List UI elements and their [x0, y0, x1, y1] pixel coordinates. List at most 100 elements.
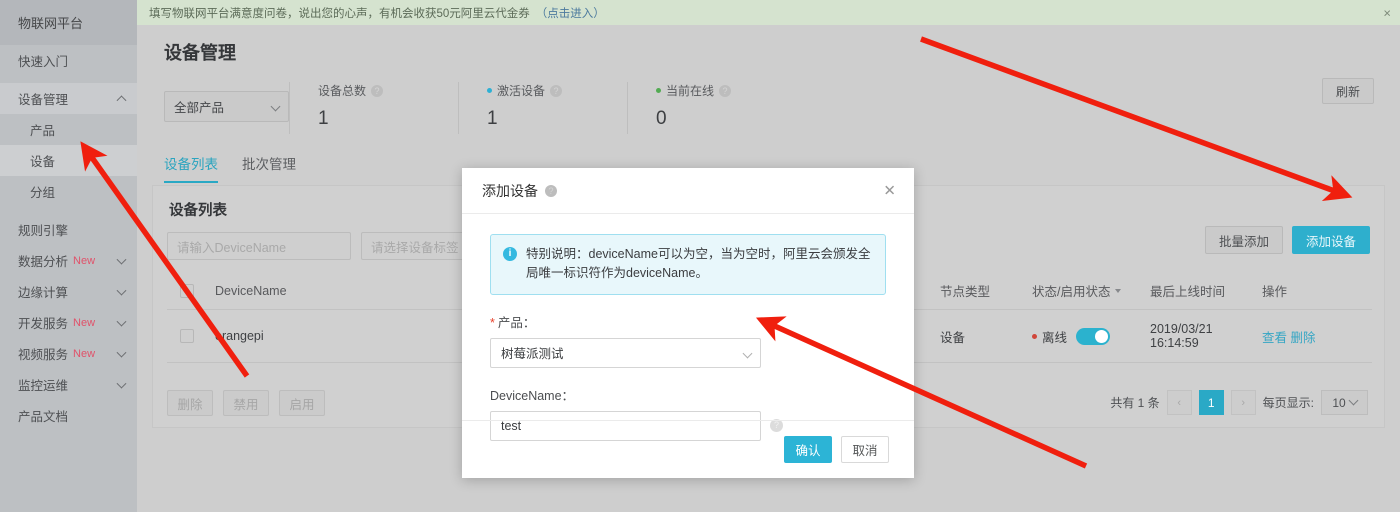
- product-select[interactable]: 树莓派测试: [490, 337, 761, 368]
- sidebar-item-badge: New: [73, 254, 96, 267]
- sidebar-brand: 物联网平台: [0, 0, 137, 45]
- col-node-type: 节点类型: [940, 285, 991, 299]
- devicename-search-placeholder: 请输入DeviceName: [177, 240, 287, 255]
- sidebar-item-label: 视频服务: [18, 348, 69, 362]
- add-device-button[interactable]: 添加设备: [1291, 226, 1370, 254]
- bulk-button-1[interactable]: 禁用: [223, 390, 269, 416]
- status-dot-icon: [487, 88, 492, 93]
- cell-operation: 查看 删除: [1262, 327, 1372, 346]
- confirm-button[interactable]: 确认: [784, 436, 832, 463]
- page-number-1[interactable]: 1: [1198, 390, 1224, 415]
- stat-label-row: 激活设备?: [487, 82, 627, 99]
- chevron-up-icon: [116, 94, 127, 105]
- stat-label-row: 当前在线?: [656, 82, 796, 99]
- chevron-down-icon: [270, 101, 281, 112]
- info-icon: i: [503, 247, 517, 261]
- stat-value: 1: [487, 108, 498, 129]
- status-badge: 离线: [1042, 330, 1068, 345]
- sidebar-item-label: 规则引擎: [18, 224, 69, 238]
- help-icon[interactable]: ?: [545, 184, 557, 197]
- close-icon[interactable]: ✕: [883, 183, 896, 198]
- sidebar-item-10[interactable]: 监控运维: [0, 369, 137, 400]
- help-icon[interactable]: ?: [719, 84, 732, 97]
- product-filter-select[interactable]: 全部产品: [164, 91, 289, 122]
- sidebar-item-label: 监控运维: [18, 379, 69, 393]
- bulk-action-bar: 删除 禁用 启用: [167, 390, 325, 416]
- cell-devicename: orangepi: [215, 329, 264, 343]
- chevron-down-icon: [116, 378, 127, 389]
- col-status-label: 状态/启用状态: [1032, 285, 1111, 299]
- sidebar-item-0[interactable]: 快速入门: [0, 45, 137, 76]
- sidebar-item-3[interactable]: 设备: [0, 145, 137, 176]
- filters: 请输入DeviceName 请选择设备标签: [167, 232, 511, 260]
- col-operation: 操作: [1262, 285, 1288, 299]
- sidebar-item-6[interactable]: 数据分析 New: [0, 245, 137, 276]
- dialog-body: i 特别说明：deviceName可以为空，当为空时，阿里云会颁发全局唯一标识符…: [462, 214, 914, 441]
- next-page-button[interactable]: ›: [1230, 390, 1256, 415]
- info-alert-text: 特别说明：deviceName可以为空，当为空时，阿里云会颁发全局唯一标识符作为…: [526, 247, 871, 281]
- sidebar-item-8[interactable]: 开发服务 New: [0, 307, 137, 338]
- tag-filter-placeholder: 请选择设备标签: [371, 240, 459, 255]
- product-select-value: 树莓派测试: [501, 347, 564, 362]
- chevron-down-icon: [742, 348, 753, 359]
- bulk-button-2[interactable]: 启用: [279, 390, 325, 416]
- product-field-label: * 产品：: [490, 312, 886, 331]
- sidebar-brand-label: 物联网平台: [18, 16, 84, 31]
- sidebar-item-label: 设备: [30, 155, 56, 169]
- sidebar-item-9[interactable]: 视频服务 New: [0, 338, 137, 369]
- select-all-checkbox[interactable]: [167, 283, 215, 298]
- cancel-button[interactable]: 取消: [841, 436, 889, 463]
- batch-add-button[interactable]: 批量添加: [1204, 226, 1283, 254]
- cell-node-type: 设备: [940, 330, 966, 345]
- last-online-time: 16:14:59: [1150, 336, 1199, 350]
- info-alert: i 特别说明：deviceName可以为空，当为空时，阿里云会颁发全局唯一标识符…: [490, 234, 886, 295]
- prev-page-button[interactable]: ‹: [1166, 390, 1192, 415]
- page-size-value: 10: [1332, 395, 1346, 410]
- sidebar-item-label: 分组: [30, 186, 56, 200]
- bulk-button-0[interactable]: 删除: [167, 390, 213, 416]
- stat-label: 当前在线: [666, 84, 715, 98]
- chevron-down-icon: [116, 316, 127, 327]
- tab-1[interactable]: 批次管理: [242, 153, 296, 183]
- checkbox-icon: [180, 283, 194, 298]
- refresh-button[interactable]: 刷新: [1322, 78, 1374, 104]
- tab-0[interactable]: 设备列表: [164, 153, 218, 183]
- sidebar-item-7[interactable]: 边缘计算: [0, 276, 137, 307]
- add-device-dialog: 添加设备 ? ✕ i 特别说明：deviceName可以为空，当为空时，阿里云会…: [462, 168, 914, 478]
- enable-toggle[interactable]: [1076, 327, 1111, 345]
- sidebar-item-label: 边缘计算: [18, 286, 69, 300]
- card-title: 设备列表: [169, 203, 227, 219]
- stat-value: 0: [656, 108, 667, 129]
- promo-banner: 填写物联网平台满意度问卷，说出您的心声，有机会收获50元阿里云代金券 （点击进入…: [137, 0, 1400, 25]
- sidebar-item-2[interactable]: 产品: [0, 114, 137, 145]
- help-icon[interactable]: ?: [550, 84, 563, 97]
- stats-cells: 设备总数? 1 激活设备? 1 当前在线? 0: [289, 82, 796, 134]
- devicename-search-input[interactable]: 请输入DeviceName: [167, 232, 351, 260]
- row-checkbox[interactable]: [167, 329, 215, 343]
- chevron-down-icon: [116, 254, 127, 265]
- sidebar-item-4[interactable]: 分组: [0, 176, 137, 207]
- sidebar-item-11[interactable]: 产品文档: [0, 400, 137, 431]
- delete-link[interactable]: 删除: [1291, 331, 1316, 345]
- help-icon[interactable]: ?: [371, 84, 384, 97]
- chevron-down-icon: [1348, 395, 1359, 406]
- cell-last-online: 2019/03/21 16:14:59: [1150, 322, 1262, 350]
- stat-label-row: 设备总数?: [318, 82, 458, 99]
- sidebar: 物联网平台 快速入门设备管理 产品设备分组规则引擎数据分析 New 边缘计算开发服务 N…: [0, 0, 137, 512]
- sidebar-item-5[interactable]: 规则引擎: [0, 214, 137, 245]
- card-actions: 批量添加 添加设备: [1204, 226, 1370, 254]
- app-root: 物联网平台 快速入门 设备管理 产品 设备 分组 规则引擎 数据分析 New 边缘计算 开发服务 N…: [0, 0, 1400, 512]
- stat-cell-0: 设备总数? 1: [290, 82, 458, 134]
- promo-banner-link[interactable]: （点击进入）: [536, 5, 605, 21]
- required-marker: *: [490, 315, 495, 330]
- page-size-select[interactable]: 10: [1321, 390, 1368, 415]
- sidebar-item-1[interactable]: 设备管理: [0, 83, 137, 114]
- col-status[interactable]: 状态/启用状态: [1032, 281, 1150, 300]
- checkbox-icon: [180, 329, 194, 343]
- pagination-total: 共有 1 条: [1110, 396, 1160, 410]
- view-link[interactable]: 查看: [1262, 331, 1287, 345]
- dialog-header: 添加设备 ? ✕: [462, 168, 914, 214]
- close-icon[interactable]: ×: [1383, 6, 1391, 19]
- sort-descending-icon[interactable]: [1115, 288, 1122, 293]
